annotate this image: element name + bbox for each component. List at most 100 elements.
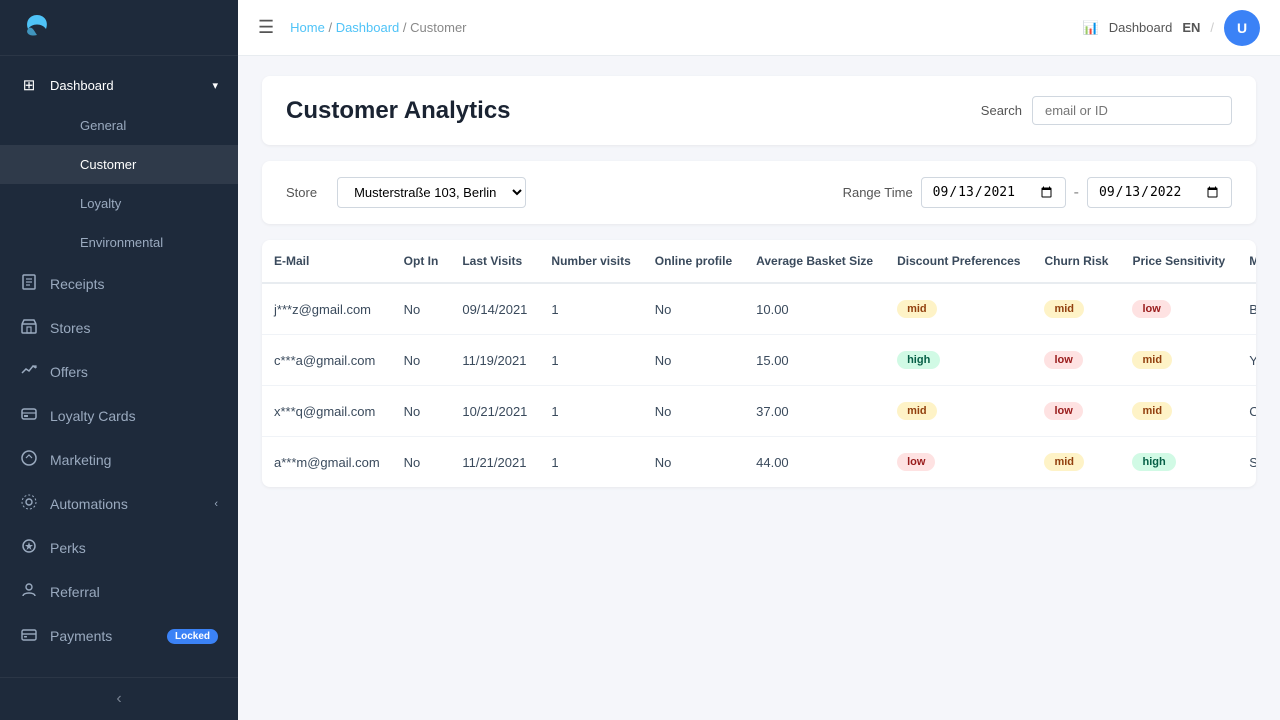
discount-badge: high — [897, 351, 940, 369]
cell-churn: low — [1032, 386, 1120, 437]
col-online-profile: Online profile — [643, 240, 744, 283]
range-group: Range Time - — [843, 177, 1232, 208]
language-selector[interactable]: EN — [1182, 20, 1200, 35]
discount-badge: low — [897, 453, 935, 471]
price-sensitivity-badge: mid — [1132, 351, 1172, 369]
search-input[interactable] — [1032, 96, 1232, 125]
cell-popular-items: Black Jeans — [1237, 283, 1256, 335]
cell-basket-size: 10.00 — [744, 283, 885, 335]
breadcrumb-dashboard[interactable]: Dashboard — [336, 20, 400, 35]
sidebar-item-referral[interactable]: Referral — [0, 570, 238, 614]
sidebar-item-stores[interactable]: Stores — [0, 306, 238, 350]
sidebar-item-offers[interactable]: Offers — [0, 350, 238, 394]
cell-popular-items: Sneaker — [1237, 437, 1256, 488]
sidebar-item-marketing[interactable]: Marketing — [0, 438, 238, 482]
sidebar-item-environmental[interactable]: Environmental — [0, 223, 238, 262]
date-from-input[interactable] — [921, 177, 1066, 208]
sidebar-item-label: Automations — [50, 496, 128, 512]
sidebar-item-payments[interactable]: Payments Locked — [0, 614, 238, 658]
sidebar-item-label: Dashboard — [50, 78, 114, 93]
sidebar-item-label: Loyalty — [80, 196, 121, 211]
filter-bar: Store Musterstraße 103, Berlin Range Tim… — [262, 161, 1256, 224]
user-avatar[interactable]: U — [1224, 10, 1260, 46]
payments-icon — [20, 626, 38, 646]
cell-online-profile: No — [643, 283, 744, 335]
sidebar-item-label: General — [80, 118, 126, 133]
topbar: ☰ Home / Dashboard / Customer 📊 Dashboar… — [238, 0, 1280, 56]
table-row[interactable]: j***z@gmail.com No 09/14/2021 1 No 10.00… — [262, 283, 1256, 335]
cell-basket-size: 15.00 — [744, 335, 885, 386]
store-select[interactable]: Musterstraße 103, Berlin — [337, 177, 526, 208]
cell-discount: low — [885, 437, 1032, 488]
cell-number-visits: 1 — [539, 335, 642, 386]
col-churn-risk: Churn Risk — [1032, 240, 1120, 283]
sidebar-item-loyalty[interactable]: Loyalty — [0, 184, 238, 223]
cell-number-visits: 1 — [539, 283, 642, 335]
range-label: Range Time — [843, 185, 913, 200]
sidebar-item-label: Payments — [50, 628, 112, 644]
dashboard-icon: ⊞ — [20, 76, 38, 94]
table-row[interactable]: x***q@gmail.com No 10/21/2021 1 No 37.00… — [262, 386, 1256, 437]
cell-opt-in: No — [392, 335, 451, 386]
topbar-dashboard-label: Dashboard — [1109, 20, 1173, 35]
content-area: Customer Analytics Search Store Musterst… — [238, 56, 1280, 720]
sidebar-item-customer[interactable]: Customer — [0, 145, 238, 184]
cell-number-visits: 1 — [539, 437, 642, 488]
hamburger-icon[interactable]: ☰ — [258, 17, 274, 38]
discount-badge: mid — [897, 402, 937, 420]
sidebar-item-label: Receipts — [50, 276, 104, 292]
sidebar-item-label: Referral — [50, 584, 100, 600]
discount-badge: mid — [897, 300, 937, 318]
breadcrumb: Home / Dashboard / Customer — [290, 20, 1066, 35]
sidebar-item-label: Customer — [80, 157, 136, 172]
cell-number-visits: 1 — [539, 386, 642, 437]
locked-badge: Locked — [167, 629, 218, 644]
sidebar-item-label: Environmental — [80, 235, 163, 250]
sidebar-item-receipts[interactable]: Receipts — [0, 262, 238, 306]
cell-discount: mid — [885, 283, 1032, 335]
col-price-sensitivity: Price Sensitivity — [1120, 240, 1237, 283]
price-sensitivity-badge: low — [1132, 300, 1170, 318]
churn-badge: mid — [1044, 300, 1084, 318]
receipts-icon — [20, 274, 38, 294]
logo-icon — [20, 11, 54, 45]
table-header-row: E-Mail Opt In Last Visits Number visits … — [262, 240, 1256, 283]
sidebar-item-dashboard[interactable]: ⊞ Dashboard ▾ — [0, 64, 238, 106]
cell-online-profile: No — [643, 437, 744, 488]
sidebar-item-label: Offers — [50, 364, 88, 380]
cell-last-visits: 11/21/2021 — [450, 437, 539, 488]
cell-price-sensitivity: low — [1120, 283, 1237, 335]
date-separator: - — [1074, 184, 1079, 202]
collapse-icon[interactable]: ‹ — [116, 690, 121, 708]
date-to-input[interactable] — [1087, 177, 1232, 208]
churn-badge: low — [1044, 402, 1082, 420]
store-label: Store — [286, 185, 317, 200]
automations-icon — [20, 494, 38, 514]
sidebar-item-general[interactable]: General — [0, 106, 238, 145]
cell-price-sensitivity: high — [1120, 437, 1237, 488]
sidebar-item-loyalty-cards[interactable]: Loyalty Cards — [0, 394, 238, 438]
cell-popular-items: Yellow Cap — [1237, 335, 1256, 386]
table-row[interactable]: c***a@gmail.com No 11/19/2021 1 No 15.00… — [262, 335, 1256, 386]
cell-last-visits: 11/19/2021 — [450, 335, 539, 386]
cell-churn: mid — [1032, 437, 1120, 488]
cell-churn: mid — [1032, 283, 1120, 335]
cell-online-profile: No — [643, 335, 744, 386]
chevron-down-icon: ▾ — [212, 79, 218, 92]
dashboard-icon-small: 📊 — [1083, 20, 1099, 36]
loyalty-cards-icon — [20, 406, 38, 426]
sidebar-item-perks[interactable]: Perks — [0, 526, 238, 570]
cell-email: c***a@gmail.com — [262, 335, 392, 386]
cell-opt-in: No — [392, 386, 451, 437]
cell-last-visits: 09/14/2021 — [450, 283, 539, 335]
col-opt-in: Opt In — [392, 240, 451, 283]
cell-opt-in: No — [392, 437, 451, 488]
search-group: Search — [981, 96, 1232, 125]
breadcrumb-home[interactable]: Home — [290, 20, 325, 35]
table-row[interactable]: a***m@gmail.com No 11/21/2021 1 No 44.00… — [262, 437, 1256, 488]
search-label: Search — [981, 103, 1022, 118]
sidebar-collapse: ‹ — [0, 677, 238, 720]
sidebar-item-automations[interactable]: Automations ‹ — [0, 482, 238, 526]
cell-churn: low — [1032, 335, 1120, 386]
stores-icon — [20, 318, 38, 338]
